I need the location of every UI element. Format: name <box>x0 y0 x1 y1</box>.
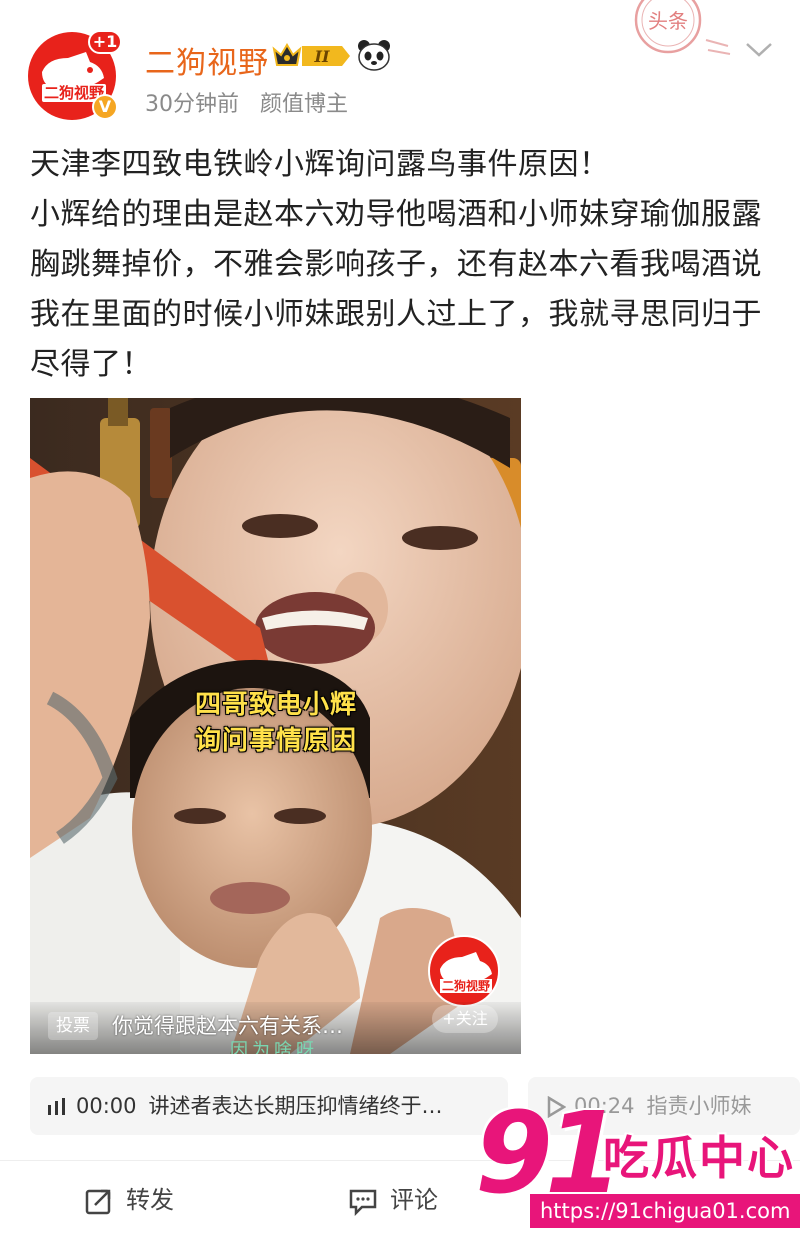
poll-tag: 投票 <box>48 1012 98 1040</box>
channel-logo[interactable]: 二狗视野 <box>428 935 500 1007</box>
audio-summary-card[interactable]: 00:00 讲述者表达长期压抑情绪终于… <box>30 1077 508 1135</box>
repost-button[interactable]: 转发 <box>84 1185 174 1216</box>
watermark-url: https://91chigua01.com <box>530 1194 800 1228</box>
audio-time: 00:00 <box>76 1094 137 1118</box>
username[interactable]: 二狗视野 <box>145 38 269 82</box>
video-player[interactable]: 四哥致电小辉 询问事情原因 二狗视野 投票 你觉得跟赵本六有关系… +关注 因为… <box>30 398 521 1054</box>
audio-summary: 讲述者表达长期压抑情绪终于… <box>148 1094 443 1118</box>
watermark-name: 吃瓜中心 <box>603 1131 795 1185</box>
video-caption: 四哥致电小辉 询问事情原因 <box>186 687 366 759</box>
audio-bars-icon <box>48 1098 65 1115</box>
post-headline: 天津李四致电铁岭小辉询问露鸟事件原因！ <box>30 147 610 182</box>
post-time: 30分钟前 <box>145 92 239 117</box>
repost-icon <box>85 1189 111 1215</box>
comment-label: 评论 <box>390 1186 438 1214</box>
author-role: 颜值博主 <box>260 92 349 117</box>
post-meta: 30分钟前 颜值博主 <box>145 86 348 118</box>
new-post-badge: +1 <box>88 30 122 54</box>
post-header: 二狗视野 +1 V 二狗视野 II 30分钟前 颜值博主 头条 <box>0 0 800 135</box>
rank-label: II <box>314 47 330 66</box>
caption-line-1: 四哥致电小辉 <box>194 690 357 720</box>
stamp-text: 头条 <box>648 9 688 33</box>
video-subtitle: 因为啥呀 <box>230 1040 318 1054</box>
caption-line-2: 询问事情原因 <box>194 726 357 756</box>
verified-v-icon: V <box>92 94 118 120</box>
headline-stamp-icon: 头条 <box>634 0 731 55</box>
crown-rank-icon[interactable]: II <box>272 41 352 71</box>
post-content: 天津李四致电铁岭小辉询问露鸟事件原因！ 小辉给的理由是赵本六劝导他喝酒和小师妹穿… <box>30 140 770 390</box>
post-body: 小辉给的理由是赵本六劝导他喝酒和小师妹穿瑜伽服露胸跳舞掉价，不雅会影响孩子，还有… <box>30 197 762 382</box>
repost-label: 转发 <box>126 1186 174 1214</box>
panda-icon <box>358 40 390 71</box>
comment-icon <box>349 1189 377 1217</box>
site-watermark: 91 吃瓜中心 https://91chigua01.com <box>475 1094 800 1240</box>
follow-button[interactable]: +关注 <box>432 1005 498 1033</box>
channel-logo-text: 二狗视野 <box>440 979 493 993</box>
chevron-down-icon[interactable] <box>744 40 774 60</box>
comment-button[interactable]: 评论 <box>348 1185 438 1217</box>
